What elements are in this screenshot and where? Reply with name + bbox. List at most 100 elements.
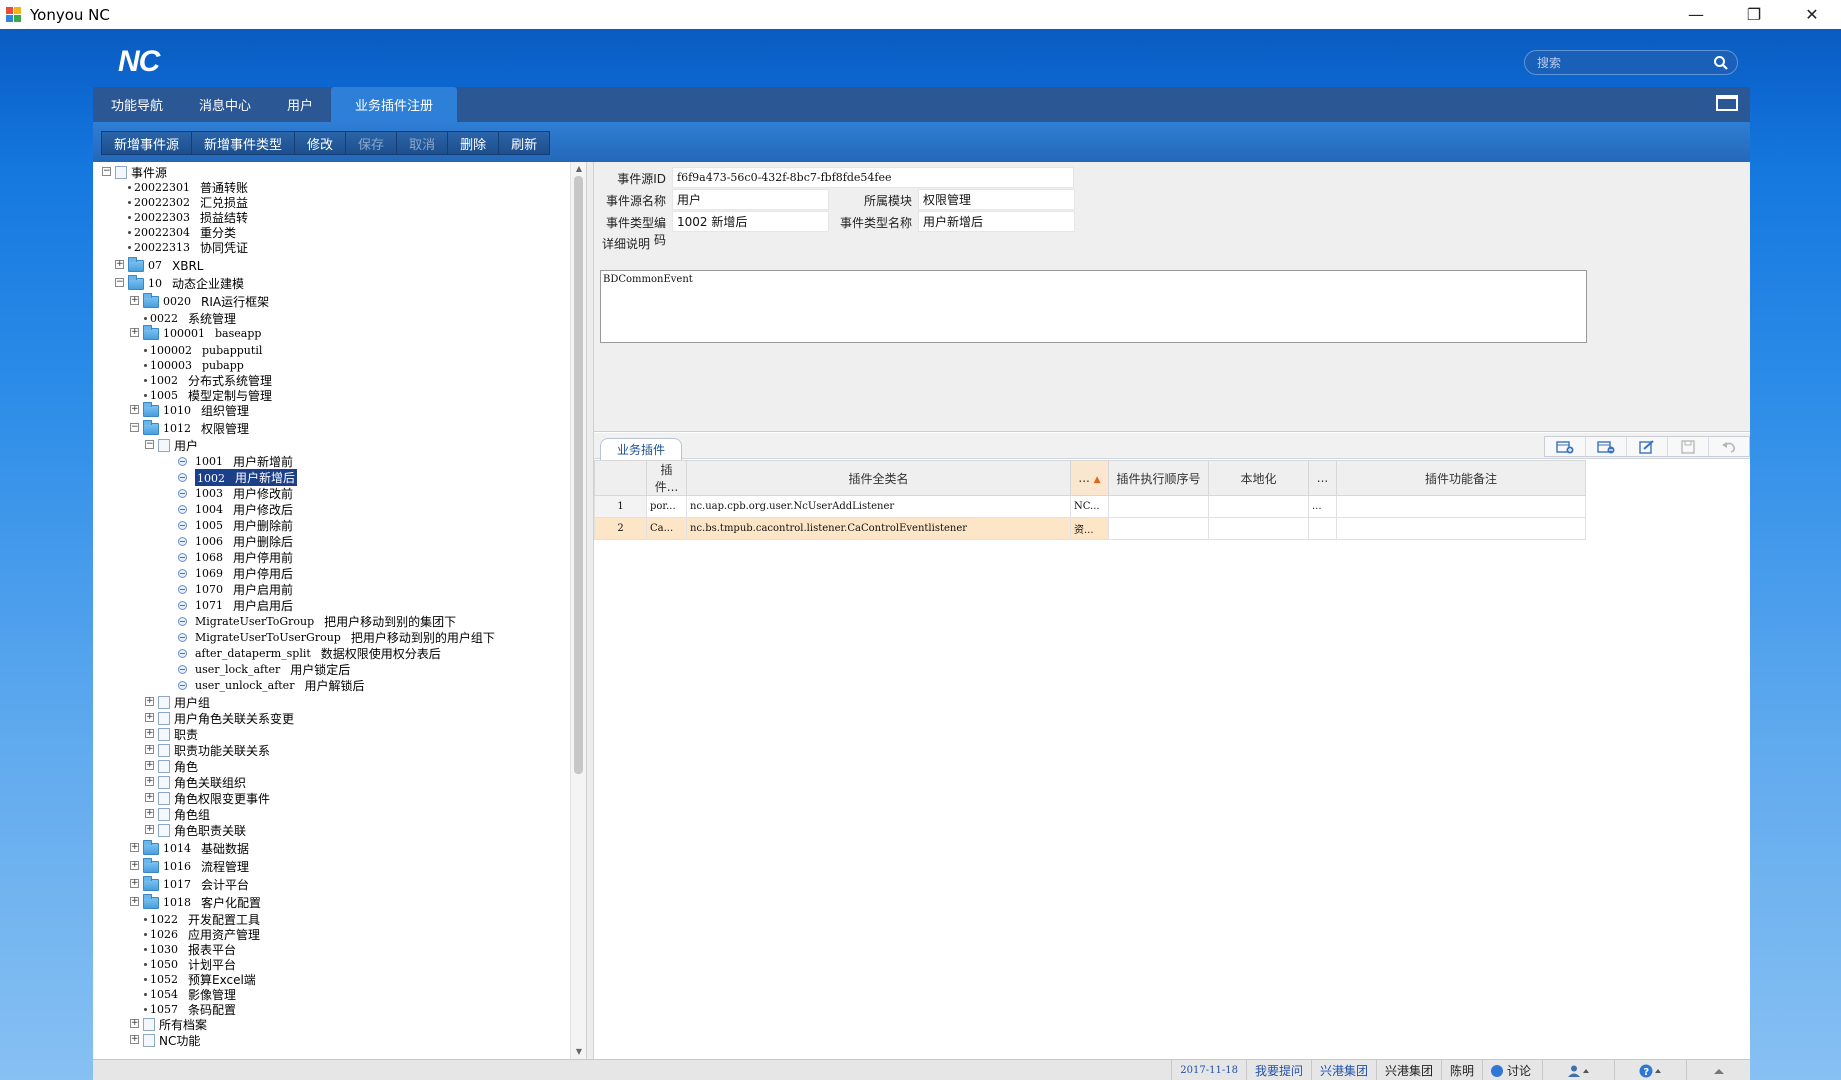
tree-node-event-1006[interactable]: 1006 用户删除后 — [178, 534, 293, 549]
add-event-source-button[interactable]: 新增事件源 — [102, 132, 193, 154]
tree-node-duty-function[interactable]: 职责功能关联关系 — [158, 743, 270, 758]
collapse-status-button[interactable] — [1686, 1060, 1750, 1080]
delete-row-icon[interactable] — [1586, 437, 1627, 456]
tree-node-1022[interactable]: 1022 开发配置工具 — [144, 912, 260, 927]
tree-node-event-1001[interactable]: 1001 用户新增前 — [178, 454, 293, 469]
expand-icon[interactable]: + — [130, 843, 139, 852]
tree-node-role-org[interactable]: 角色关联组织 — [158, 775, 246, 790]
tree-node-event-unlock[interactable]: user_unlock_after 用户解锁后 — [178, 678, 364, 693]
column-header[interactable]: ... — [1308, 460, 1337, 496]
group-link[interactable]: 兴港集团 — [1310, 1060, 1376, 1080]
scroll-down-icon[interactable]: ▼ — [574, 1047, 584, 1057]
tree-node-1002[interactable]: 1002 分布式系统管理 — [144, 373, 272, 388]
tree-node-rolegroup[interactable]: 角色组 — [158, 807, 210, 822]
table-cell[interactable]: nc.bs.tmpub.cacontrol.listener.CaControl… — [686, 517, 1071, 540]
tree-node-userrole-relation[interactable]: 用户角色关联关系变更 — [158, 711, 294, 726]
tab-plugin-registration[interactable]: 业务插件注册 — [331, 87, 458, 122]
tab-message-center[interactable]: 消息中心 — [181, 87, 269, 122]
tree-scrollbar[interactable]: ▲ ▼ — [570, 162, 586, 1059]
collapse-icon[interactable]: − — [145, 440, 154, 449]
collapse-icon[interactable]: − — [115, 278, 124, 287]
tree-node-event-1068[interactable]: 1068 用户停用前 — [178, 550, 293, 565]
help-menu-button[interactable]: ? — [1614, 1060, 1686, 1080]
tree-node-all-archives[interactable]: 所有档案 — [143, 1017, 207, 1032]
discuss-button[interactable]: 讨论 — [1482, 1060, 1542, 1080]
table-cell[interactable] — [1108, 517, 1209, 540]
tree-node-1018[interactable]: 1018 客户化配置 — [143, 893, 261, 910]
user-menu-button[interactable] — [1542, 1060, 1614, 1080]
tree-node-0022[interactable]: 0022 系统管理 — [144, 311, 236, 326]
tree-node-1016[interactable]: 1016 流程管理 — [143, 857, 249, 874]
tree-node-1052[interactable]: 1052 预算Excel端 — [144, 972, 256, 987]
column-header[interactable]: 插件全类名 — [686, 460, 1071, 496]
tree-node-1030[interactable]: 1030 报表平台 — [144, 942, 236, 957]
expand-icon[interactable]: + — [130, 1035, 139, 1044]
tree-node-1050[interactable]: 1050 计划平台 — [144, 957, 236, 972]
tree-node-0020[interactable]: 0020 RIA运行框架 — [143, 292, 269, 309]
tree-node-20022303[interactable]: 20022303 损益结转 — [128, 210, 248, 225]
event-type-code-field[interactable]: 1002 新增后 — [672, 211, 829, 232]
expand-icon[interactable]: + — [145, 825, 154, 834]
tree-node-root[interactable]: 事件源 — [115, 165, 167, 180]
add-row-icon[interactable] — [1545, 437, 1586, 456]
column-header[interactable]: 插件执行顺序号 — [1108, 460, 1209, 496]
table-cell[interactable]: 资... — [1070, 517, 1109, 540]
table-cell[interactable]: nc.uap.cpb.org.user.NcUserAddListener — [686, 495, 1071, 518]
tab-user[interactable]: 用户 — [269, 87, 331, 122]
tree-node-20022304[interactable]: 20022304 重分类 — [128, 225, 236, 240]
table-row[interactable]: 1 por... nc.uap.cpb.org.user.NcUserAddLi… — [594, 495, 1586, 518]
expand-icon[interactable]: + — [145, 777, 154, 786]
table-cell[interactable] — [1336, 495, 1586, 518]
tree-node-1026[interactable]: 1026 应用资产管理 — [144, 927, 260, 942]
search-icon[interactable] — [1713, 55, 1729, 71]
edit-row-icon[interactable] — [1627, 437, 1668, 456]
add-event-type-button[interactable]: 新增事件类型 — [192, 132, 296, 154]
tree-node-100002[interactable]: 100002 pubapputil — [144, 343, 262, 358]
tree-node-event-1003[interactable]: 1003 用户修改前 — [178, 486, 293, 501]
tree-node-1005[interactable]: 1005 模型定制与管理 — [144, 388, 272, 403]
scrollbar-thumb[interactable] — [574, 176, 583, 774]
expand-icon[interactable]: + — [130, 1019, 139, 1028]
tree-node-event-migrate-group[interactable]: MigrateUserToGroup 把用户移动到别的集团下 — [178, 614, 456, 629]
tree-node-07[interactable]: 07 XBRL — [128, 256, 203, 273]
expand-icon[interactable]: + — [115, 260, 124, 269]
tree-node-1054[interactable]: 1054 影像管理 — [144, 987, 236, 1002]
table-cell[interactable]: NC... — [1070, 495, 1109, 518]
tree-node-usergroup[interactable]: 用户组 — [158, 695, 210, 710]
scroll-up-icon[interactable]: ▲ — [574, 164, 584, 174]
tab-function-nav[interactable]: 功能导航 — [93, 87, 181, 122]
expand-icon[interactable]: + — [145, 809, 154, 818]
tree-node-event-1005[interactable]: 1005 用户删除前 — [178, 518, 293, 533]
tree-node-10[interactable]: 10 动态企业建模 — [128, 274, 244, 291]
tree-node-100001[interactable]: 100001 baseapp — [143, 324, 261, 341]
tree-node-1010[interactable]: 1010 组织管理 — [143, 401, 249, 418]
source-name-field[interactable]: 用户 — [672, 189, 829, 210]
expand-icon[interactable]: + — [130, 861, 139, 870]
tree-node-user[interactable]: 用户 — [158, 438, 198, 453]
expand-icon[interactable]: + — [145, 761, 154, 770]
module-field[interactable]: 权限管理 — [918, 189, 1075, 210]
expand-icon[interactable]: + — [145, 697, 154, 706]
save-row-icon[interactable] — [1668, 437, 1709, 456]
expand-icon[interactable]: + — [145, 745, 154, 754]
tree-node-event-1070[interactable]: 1070 用户启用前 — [178, 582, 293, 597]
tree-node-1012[interactable]: 1012 权限管理 — [143, 419, 249, 436]
tree-node-duty[interactable]: 职责 — [158, 727, 198, 742]
search-input[interactable] — [1537, 55, 1707, 70]
tree-node-role-perm[interactable]: 角色权限变更事件 — [158, 791, 270, 806]
tree-node-role[interactable]: 角色 — [158, 759, 198, 774]
tree-node-20022302[interactable]: 20022302 汇兑损益 — [128, 195, 248, 210]
collapse-icon[interactable]: − — [130, 423, 139, 432]
delete-button[interactable]: 删除 — [448, 132, 500, 154]
maximize-workspace-icon[interactable] — [1716, 95, 1738, 111]
refresh-button[interactable]: 刷新 — [499, 132, 550, 154]
expand-icon[interactable]: + — [130, 879, 139, 888]
search-box[interactable] — [1524, 50, 1738, 75]
tree-node-event-lock[interactable]: user_lock_after 用户锁定后 — [178, 662, 350, 677]
pane-splitter[interactable] — [586, 162, 594, 1059]
undo-icon[interactable] — [1709, 437, 1749, 456]
modify-button[interactable]: 修改 — [295, 132, 347, 154]
tree-node-nc-function[interactable]: NC功能 — [143, 1033, 200, 1048]
table-cell[interactable] — [1208, 495, 1309, 518]
tree-node-event-1069[interactable]: 1069 用户停用后 — [178, 566, 293, 581]
